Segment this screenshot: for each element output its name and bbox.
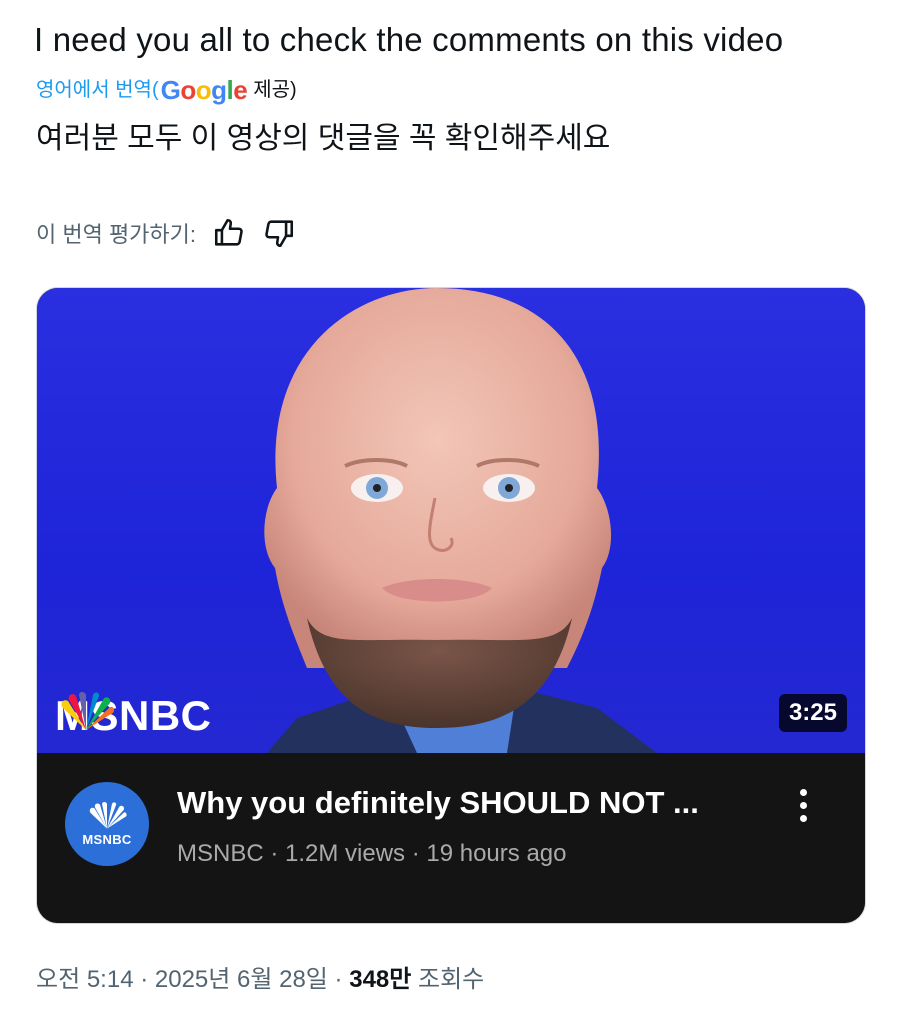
translated-by[interactable]: 영어에서 번역( Google 제공) — [36, 72, 297, 108]
nbc-peacock-icon — [89, 801, 127, 829]
video-channel[interactable]: MSNBC — [177, 840, 264, 867]
rate-translation-row: 이 번역 평가하기: — [36, 216, 296, 250]
translated-from-label: 영어에서 번역( — [36, 79, 159, 101]
video-thumbnail[interactable]: MSNBC 3:25 — [37, 288, 865, 753]
post-time[interactable]: 오전 5:14 — [36, 966, 134, 993]
post-view-label: 조회수 — [418, 966, 485, 993]
post-view-count: 348만 — [349, 966, 412, 993]
meta-separator: · — [263, 840, 285, 867]
video-duration-badge: 3:25 — [778, 694, 847, 732]
video-views: 1.2M views — [285, 840, 406, 867]
video-info[interactable]: MSNBC Why you definitely SHOULD NOT ... … — [37, 753, 865, 923]
video-card[interactable]: MSNBC 3:25 MSNBC Why you definitely SHOU… — [36, 287, 866, 924]
more-vert-icon[interactable] — [797, 789, 809, 829]
msnbc-overlay-logo: MSNBC — [55, 692, 212, 740]
footer-separator: · — [133, 966, 155, 993]
rate-translation-label: 이 번역 평가하기: — [36, 222, 197, 247]
video-title[interactable]: Why you definitely SHOULD NOT ... — [177, 783, 699, 823]
post-footer-meta: 오전 5:14 · 2025년 6월 28일 · 348만 조회수 — [36, 962, 484, 998]
translation-text: 여러분 모두 이 영상의 댓글을 꼭 확인해주세요 — [36, 122, 611, 155]
channel-avatar[interactable]: MSNBC — [65, 782, 149, 866]
meta-separator: · — [405, 840, 427, 867]
video-age: 19 hours ago — [426, 840, 567, 867]
thumbnail-illustration — [264, 288, 657, 753]
thumbs-down-icon[interactable] — [262, 216, 296, 250]
thumbs-up-icon[interactable] — [212, 216, 246, 250]
post-date[interactable]: 2025년 6월 28일 — [155, 966, 328, 993]
translation-provider-label: 제공) — [253, 79, 297, 101]
footer-separator: · — [327, 966, 350, 993]
nbc-peacock-icon — [61, 692, 115, 730]
post-text: I need you all to check the comments on … — [34, 21, 784, 58]
channel-avatar-label: MSNBC — [82, 831, 132, 847]
video-meta: MSNBC · 1.2M views · 19 hours ago — [177, 837, 566, 871]
google-logo: Google — [160, 75, 248, 105]
